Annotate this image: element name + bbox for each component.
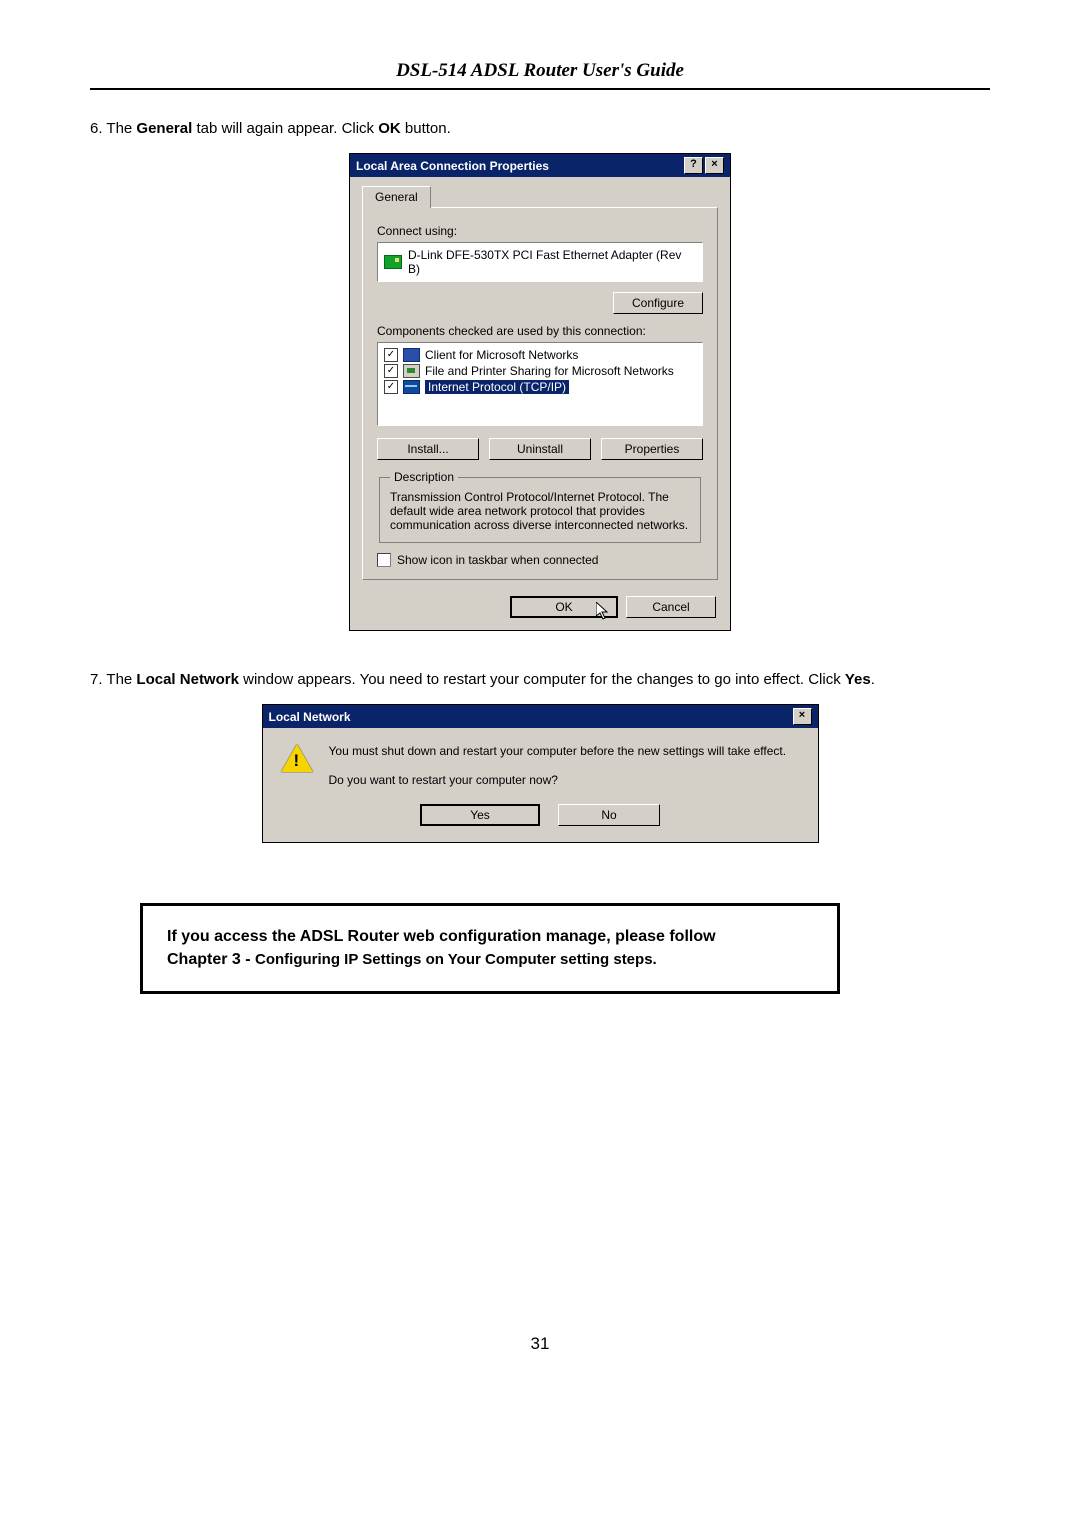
title-rule <box>90 88 990 90</box>
lacp-title: Local Area Connection Properties <box>356 159 549 173</box>
adapter-field[interactable]: D-Link DFE-530TX PCI Fast Ethernet Adapt… <box>377 242 703 282</box>
word-general: General <box>136 120 192 137</box>
components-label: Components checked are used by this conn… <box>377 324 703 338</box>
list-item-label: Client for Microsoft Networks <box>425 348 578 362</box>
ln-titlebar[interactable]: Local Network × <box>263 705 818 728</box>
cursor-icon <box>596 602 612 622</box>
lacp-dialog: Local Area Connection Properties ? × Gen… <box>349 153 731 631</box>
yes-button[interactable]: Yes <box>420 804 540 826</box>
description-legend: Description <box>390 470 458 484</box>
lacp-titlebar[interactable]: Local Area Connection Properties ? × <box>350 154 730 177</box>
description-group: Description Transmission Control Protoco… <box>379 470 701 543</box>
warning-icon: ! <box>281 744 313 772</box>
tcp-icon <box>403 380 420 394</box>
properties-button[interactable]: Properties <box>601 438 703 460</box>
page-title: DSL-514 ADSL Router User's Guide <box>90 60 990 88</box>
no-button[interactable]: No <box>558 804 660 826</box>
list-item[interactable]: Internet Protocol (TCP/IP) <box>382 379 698 395</box>
uninstall-button[interactable]: Uninstall <box>489 438 591 460</box>
list-item[interactable]: Client for Microsoft Networks <box>382 347 698 363</box>
list-item-label: File and Printer Sharing for Microsoft N… <box>425 364 674 378</box>
install-button[interactable]: Install... <box>377 438 479 460</box>
note-line-1: If you access the ADSL Router web config… <box>167 928 716 945</box>
nic-icon <box>384 255 402 269</box>
step-6-text: 6. The General tab will again appear. Cl… <box>90 120 990 137</box>
list-item[interactable]: File and Printer Sharing for Microsoft N… <box>382 363 698 379</box>
client-icon <box>403 348 420 362</box>
word-ok: OK <box>378 120 401 137</box>
step-number: 6. <box>90 120 106 137</box>
general-tab-panel: Connect using: D-Link DFE-530TX PCI Fast… <box>362 207 718 580</box>
note-box: If you access the ADSL Router web config… <box>140 903 840 994</box>
local-network-dialog: Local Network × ! You must shut down and… <box>262 704 819 843</box>
close-icon[interactable]: × <box>793 708 812 725</box>
page-number: 31 <box>90 1334 990 1354</box>
description-text: Transmission Control Protocol/Internet P… <box>390 490 690 532</box>
show-icon-label: Show icon in taskbar when connected <box>397 553 598 567</box>
checkbox-icon[interactable] <box>384 364 398 378</box>
step-number: 7. <box>90 671 106 688</box>
warning-line-2: Do you want to restart your computer now… <box>329 771 787 790</box>
share-icon <box>403 364 420 378</box>
checkbox-icon[interactable] <box>384 380 398 394</box>
note-chapter: Chapter 3 - <box>167 951 255 968</box>
connect-using-label: Connect using: <box>377 224 703 238</box>
step-7-text: 7. The Local Network window appears. You… <box>90 671 990 688</box>
warning-text: You must shut down and restart your comp… <box>329 742 787 790</box>
components-listbox[interactable]: Client for Microsoft Networks File and P… <box>377 342 703 426</box>
adapter-name: D-Link DFE-530TX PCI Fast Ethernet Adapt… <box>408 248 696 276</box>
checkbox-icon[interactable] <box>377 553 391 567</box>
word-yes: Yes <box>845 671 871 688</box>
close-icon[interactable]: × <box>705 157 724 174</box>
cancel-button[interactable]: Cancel <box>626 596 716 618</box>
help-icon[interactable]: ? <box>684 157 703 174</box>
tab-general[interactable]: General <box>362 186 431 208</box>
note-rest: Configuring IP Settings on Your Computer… <box>255 951 657 968</box>
show-icon-row[interactable]: Show icon in taskbar when connected <box>377 553 703 567</box>
word-local-network: Local Network <box>136 671 239 688</box>
warning-line-1: You must shut down and restart your comp… <box>329 742 787 761</box>
configure-button[interactable]: Configure <box>613 292 703 314</box>
ln-title: Local Network <box>269 710 351 724</box>
checkbox-icon[interactable] <box>384 348 398 362</box>
list-item-label: Internet Protocol (TCP/IP) <box>425 380 569 394</box>
